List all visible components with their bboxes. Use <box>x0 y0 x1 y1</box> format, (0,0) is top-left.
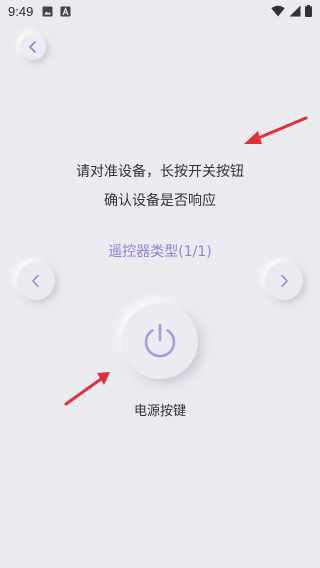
a-letter-icon <box>60 6 71 17</box>
image-icon <box>42 6 53 17</box>
status-bar: 9:49 <box>0 0 320 24</box>
power-icon <box>144 323 176 358</box>
power-button[interactable] <box>122 303 198 379</box>
chevron-left-icon <box>29 41 36 53</box>
chevron-right-icon <box>281 274 288 288</box>
status-time: 9:49 <box>8 4 34 19</box>
annotation-arrow-top <box>244 116 308 144</box>
power-button-label: 电源按键 <box>133 404 186 419</box>
back-button[interactable] <box>20 34 46 60</box>
instruction-line-1: 请对准设备，长按开关按钮 <box>76 164 244 180</box>
battery-icon <box>305 5 312 17</box>
instruction-line-2: 确认设备是否响应 <box>104 193 216 209</box>
next-remote-button[interactable] <box>265 262 303 300</box>
remote-type-label: 遥控器类型(1/1) <box>108 244 212 260</box>
power-button-wrapper <box>122 303 198 379</box>
power-button-face <box>131 312 189 370</box>
signal-icon <box>289 5 301 17</box>
wifi-icon <box>271 5 285 17</box>
chevron-left-icon <box>32 274 39 288</box>
previous-remote-button[interactable] <box>17 262 55 300</box>
